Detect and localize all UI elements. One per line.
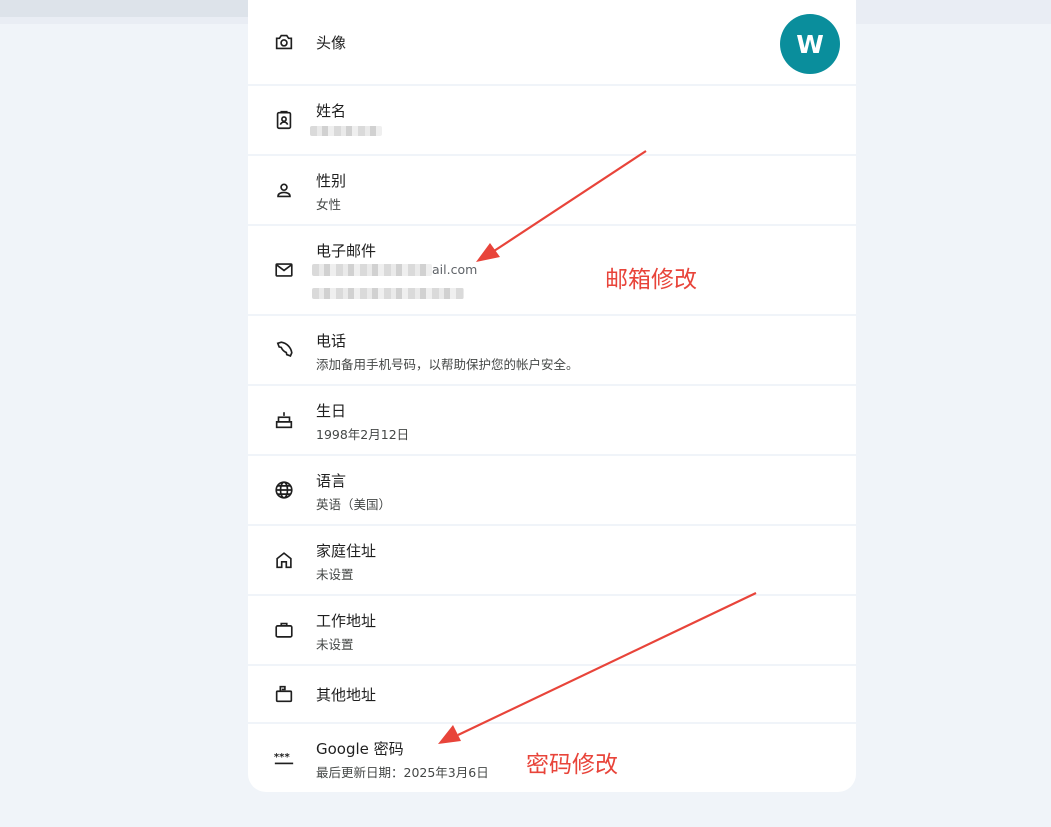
row-language[interactable]: 语言 英语（美国）: [248, 456, 856, 524]
annotation-password-note: 密码修改: [526, 752, 618, 778]
row-work-value: 未设置: [316, 637, 354, 652]
row-name-title: 姓名: [316, 102, 347, 120]
row-photo-title: 头像: [316, 34, 347, 52]
row-birthday-value: 1998年2月12日: [316, 427, 410, 442]
row-photo[interactable]: 头像 W: [248, 0, 856, 84]
row-phone-title: 电话: [316, 332, 347, 350]
row-password-title: Google 密码: [316, 740, 404, 758]
row-gender-title: 性别: [316, 172, 347, 190]
row-name[interactable]: 姓名: [248, 86, 856, 154]
row-home[interactable]: 家庭住址 未设置: [248, 526, 856, 594]
row-home-value: 未设置: [316, 567, 354, 582]
svg-text:***: ***: [274, 752, 291, 763]
row-email-title: 电子邮件: [316, 242, 377, 260]
contact-badge-icon: [272, 108, 296, 132]
email-value-suffix: ail.com: [432, 262, 478, 277]
mailbox-icon: [272, 682, 296, 706]
cake-icon: [272, 408, 296, 432]
row-work[interactable]: 工作地址 未设置: [248, 596, 856, 664]
name-value-redacted: [310, 126, 382, 136]
row-phone[interactable]: 电话 添加备用手机号码，以帮助保护您的帐户安全。: [248, 316, 856, 384]
globe-icon: [272, 478, 296, 502]
row-work-title: 工作地址: [316, 612, 377, 630]
row-gender[interactable]: 性别 女性: [248, 156, 856, 224]
annotation-email-note: 邮箱修改: [605, 267, 697, 293]
briefcase-icon: [272, 618, 296, 642]
row-language-value: 英语（美国）: [316, 497, 392, 512]
row-other-title: 其他地址: [316, 686, 377, 704]
row-language-title: 语言: [316, 472, 347, 490]
row-gender-value: 女性: [316, 197, 342, 212]
mail-icon: [272, 258, 296, 282]
row-home-title: 家庭住址: [316, 542, 377, 560]
row-email[interactable]: 电子邮件 ail.com: [248, 226, 856, 314]
email-value-redacted-2: [312, 288, 464, 299]
row-phone-value: 添加备用手机号码，以帮助保护您的帐户安全。: [316, 357, 579, 372]
row-birthday-title: 生日: [316, 402, 347, 420]
row-other-address[interactable]: 其他地址: [248, 666, 856, 722]
home-icon: [272, 548, 296, 572]
phone-icon: [272, 338, 296, 362]
person-icon: [272, 178, 296, 202]
row-password-value: 最后更新日期：2025年3月6日: [316, 765, 489, 780]
password-icon: ***: [272, 746, 296, 770]
row-birthday[interactable]: 生日 1998年2月12日: [248, 386, 856, 454]
camera-icon: [272, 30, 296, 54]
personal-info-card: 头像 W 姓名 性别 女性 电子邮件 ail.com 电话 添加备用手机号码，以…: [248, 0, 856, 792]
email-value-redacted: [312, 264, 432, 276]
avatar[interactable]: W: [780, 14, 840, 74]
